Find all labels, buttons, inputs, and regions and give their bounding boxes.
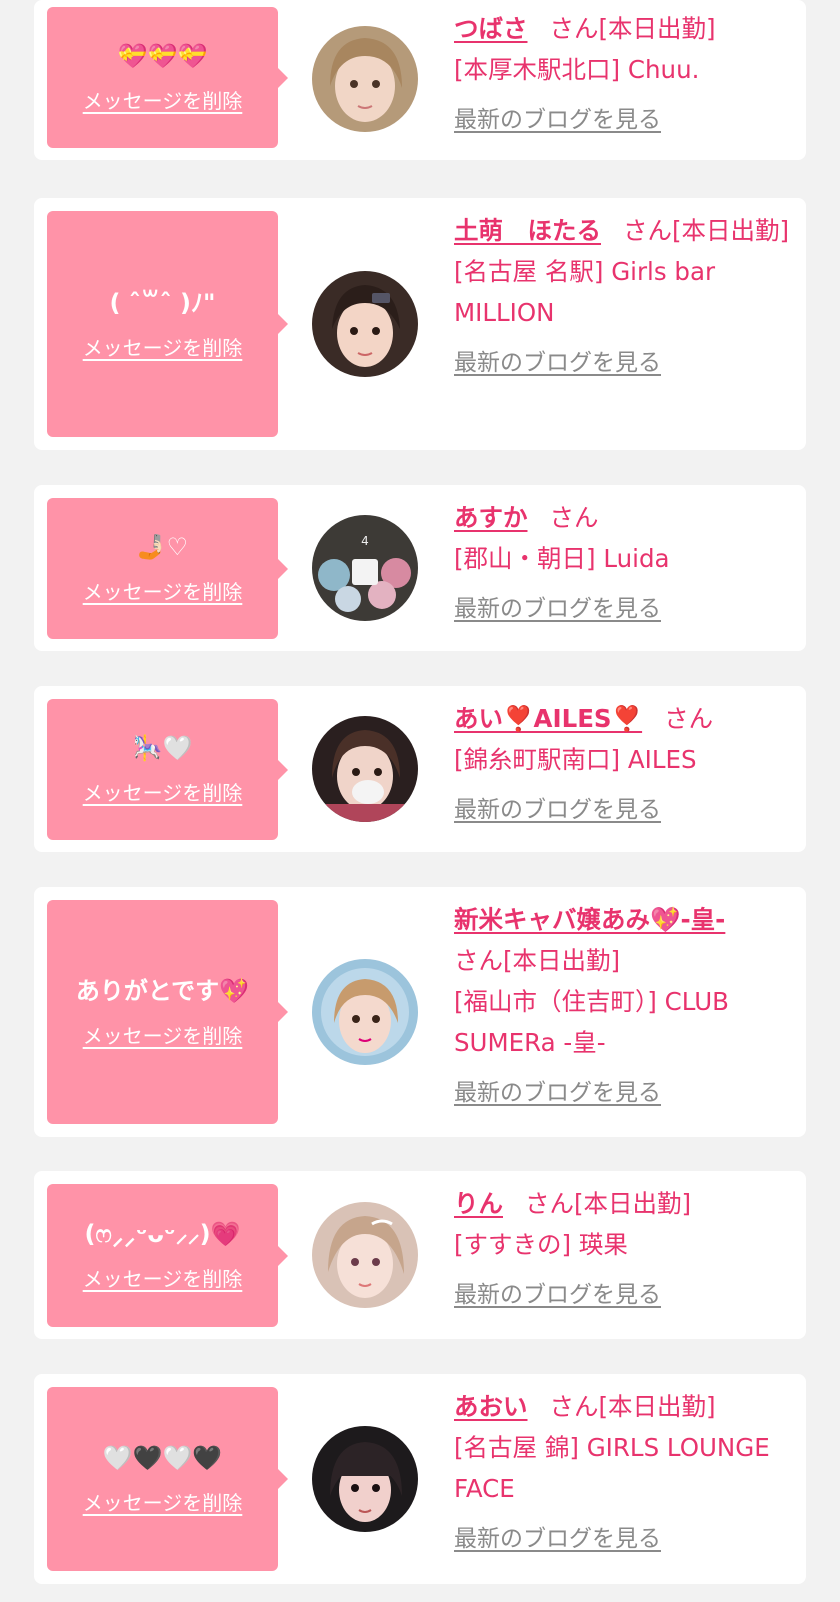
message-bubble: (ෆ⸝⸝ᵕᴗᵕ⸝⸝)💗 メッセージを削除 bbox=[47, 1184, 288, 1327]
avatar[interactable] bbox=[312, 1426, 418, 1532]
cast-info: 新米キャバ嬢あみ💖-皇- さん[本日出勤] [福山市（住吉町）] CLUB SUM… bbox=[454, 899, 790, 1114]
avatar-photo bbox=[312, 959, 418, 1065]
avatar-photo bbox=[312, 1202, 418, 1308]
cast-name-link[interactable]: 新米キャバ嬢あみ💖-皇- bbox=[454, 905, 725, 934]
delete-message-button[interactable]: メッセージを削除 bbox=[83, 1020, 243, 1049]
cast-name-link[interactable]: りん bbox=[454, 1189, 503, 1218]
honorific: さん bbox=[549, 1392, 599, 1421]
avatar[interactable]: 4 bbox=[312, 515, 418, 621]
list-item: 🤳🏻♡ メッセージを削除 4 あすか さん [郡山・朝日] Luida 最新のブロ… bbox=[34, 485, 806, 651]
message-text: (ෆ⸝⸝ᵕᴗᵕ⸝⸝)💗 bbox=[84, 1220, 241, 1248]
honorific: さん bbox=[525, 1189, 574, 1218]
list-item: (ෆ⸝⸝ᵕᴗᵕ⸝⸝)💗 メッセージを削除 りん さん[本日出勤] [すすきの] 瑛… bbox=[34, 1171, 806, 1339]
cast-info: つばさ さん[本日出勤] [本厚木駅北口] Chuu. 最新のブログを見る bbox=[454, 8, 790, 141]
avatar[interactable] bbox=[312, 716, 418, 822]
list-item: ありがとです💖 メッセージを削除 新米キャバ嬢あみ💖-皇- さん[本日出勤] [福… bbox=[34, 887, 806, 1137]
blog-link[interactable]: 最新のブログを見る bbox=[454, 1073, 661, 1114]
honorific: さん bbox=[454, 946, 503, 975]
honorific: さん bbox=[549, 14, 599, 43]
shop-name: [福山市（住吉町）] CLUB SUMERa -皇- bbox=[454, 987, 729, 1057]
delete-message-button[interactable]: メッセージを削除 bbox=[83, 85, 243, 114]
avatar-photo bbox=[312, 271, 418, 377]
svg-text:4: 4 bbox=[361, 534, 369, 548]
avatar-photo: 4 bbox=[312, 515, 418, 621]
avatar[interactable] bbox=[312, 959, 418, 1065]
cast-info: あすか さん [郡山・朝日] Luida 最新のブログを見る bbox=[454, 497, 790, 630]
cast-info: あおい さん[本日出勤] [名古屋 錦] GIRLS LOUNGE FACE 最新… bbox=[454, 1386, 790, 1560]
message-text: 🎠🤍 bbox=[132, 734, 193, 762]
honorific: さん bbox=[549, 503, 599, 532]
blog-link[interactable]: 最新のブログを見る bbox=[454, 790, 661, 831]
message-bubble: 🎠🤍 メッセージを削除 bbox=[47, 699, 288, 840]
blog-link[interactable]: 最新のブログを見る bbox=[454, 1275, 661, 1316]
message-bubble: ( ˆ꒳ˆ )ﾉ" メッセージを削除 bbox=[47, 211, 288, 437]
message-text: 💝💝💝 bbox=[117, 42, 208, 70]
status-badge: [本日出勤] bbox=[574, 1189, 692, 1218]
avatar-photo bbox=[312, 716, 418, 822]
shop-name: [すすきの] 瑛果 bbox=[454, 1230, 628, 1259]
message-bubble: 💝💝💝 メッセージを削除 bbox=[47, 7, 288, 148]
list-item: ( ˆ꒳ˆ )ﾉ" メッセージを削除 土萌 ほたる さん[本日出勤] [名古屋 名… bbox=[34, 198, 806, 450]
delete-message-button[interactable]: メッセージを削除 bbox=[83, 576, 243, 605]
avatar[interactable] bbox=[312, 271, 418, 377]
blog-link[interactable]: 最新のブログを見る bbox=[454, 100, 661, 141]
cast-info: りん さん[本日出勤] [すすきの] 瑛果 最新のブログを見る bbox=[454, 1183, 790, 1316]
list-item: 🎠🤍 メッセージを削除 あい❣️AILES❣️ さん [錦糸町駅南口] AILES… bbox=[34, 686, 806, 852]
cast-name-link[interactable]: あおい bbox=[454, 1392, 528, 1421]
cast-name-link[interactable]: あい❣️AILES❣️ bbox=[454, 704, 642, 733]
shop-name: [名古屋 錦] GIRLS LOUNGE FACE bbox=[454, 1433, 770, 1503]
avatar-photo bbox=[312, 26, 418, 132]
cast-name-link[interactable]: つばさ bbox=[454, 14, 528, 43]
message-bubble: 🤳🏻♡ メッセージを削除 bbox=[47, 498, 288, 639]
shop-name: [錦糸町駅南口] AILES bbox=[454, 745, 697, 774]
list-item: 💝💝💝 メッセージを削除 つばさ さん[本日出勤] [本厚木駅北口] Chuu. … bbox=[34, 0, 806, 160]
status-badge: [本日出勤] bbox=[672, 216, 790, 245]
delete-message-button[interactable]: メッセージを削除 bbox=[83, 332, 243, 361]
avatar-photo bbox=[312, 1426, 418, 1532]
delete-message-button[interactable]: メッセージを削除 bbox=[83, 1263, 243, 1292]
blog-link[interactable]: 最新のブログを見る bbox=[454, 343, 661, 384]
message-text: 🤍🖤🤍🖤 bbox=[102, 1443, 223, 1472]
status-badge: [本日出勤] bbox=[503, 946, 621, 975]
shop-name: [郡山・朝日] Luida bbox=[454, 544, 670, 573]
message-text: ありがとです💖 bbox=[75, 976, 250, 1005]
blog-link[interactable]: 最新のブログを見る bbox=[454, 1519, 661, 1560]
shop-name: [本厚木駅北口] Chuu. bbox=[454, 55, 700, 84]
status-badge: [本日出勤] bbox=[598, 1392, 716, 1421]
honorific: さん bbox=[623, 216, 672, 245]
message-bubble: ありがとです💖 メッセージを削除 bbox=[47, 900, 288, 1124]
delete-message-button[interactable]: メッセージを削除 bbox=[83, 777, 243, 806]
status-badge: [本日出勤] bbox=[598, 14, 716, 43]
honorific: さん bbox=[664, 704, 714, 733]
message-text: ( ˆ꒳ˆ )ﾉ" bbox=[109, 288, 216, 317]
cast-name-link[interactable]: あすか bbox=[454, 503, 528, 532]
cast-info: あい❣️AILES❣️ さん [錦糸町駅南口] AILES 最新のブログを見る bbox=[454, 698, 790, 831]
avatar[interactable] bbox=[312, 1202, 418, 1308]
message-text: 🤳🏻♡ bbox=[136, 533, 189, 561]
cast-name-link[interactable]: 土萌 ほたる bbox=[454, 216, 601, 245]
delete-message-button[interactable]: メッセージを削除 bbox=[83, 1487, 243, 1516]
blog-link[interactable]: 最新のブログを見る bbox=[454, 589, 661, 630]
message-bubble: 🤍🖤🤍🖤 メッセージを削除 bbox=[47, 1387, 288, 1571]
avatar[interactable] bbox=[312, 26, 418, 132]
shop-name: [名古屋 名駅] Girls bar MILLION bbox=[454, 257, 716, 327]
list-item: 🤍🖤🤍🖤 メッセージを削除 あおい さん[本日出勤] [名古屋 錦] GIRLS … bbox=[34, 1374, 806, 1584]
cast-info: 土萌 ほたる さん[本日出勤] [名古屋 名駅] Girls bar MILLIO… bbox=[454, 210, 790, 384]
